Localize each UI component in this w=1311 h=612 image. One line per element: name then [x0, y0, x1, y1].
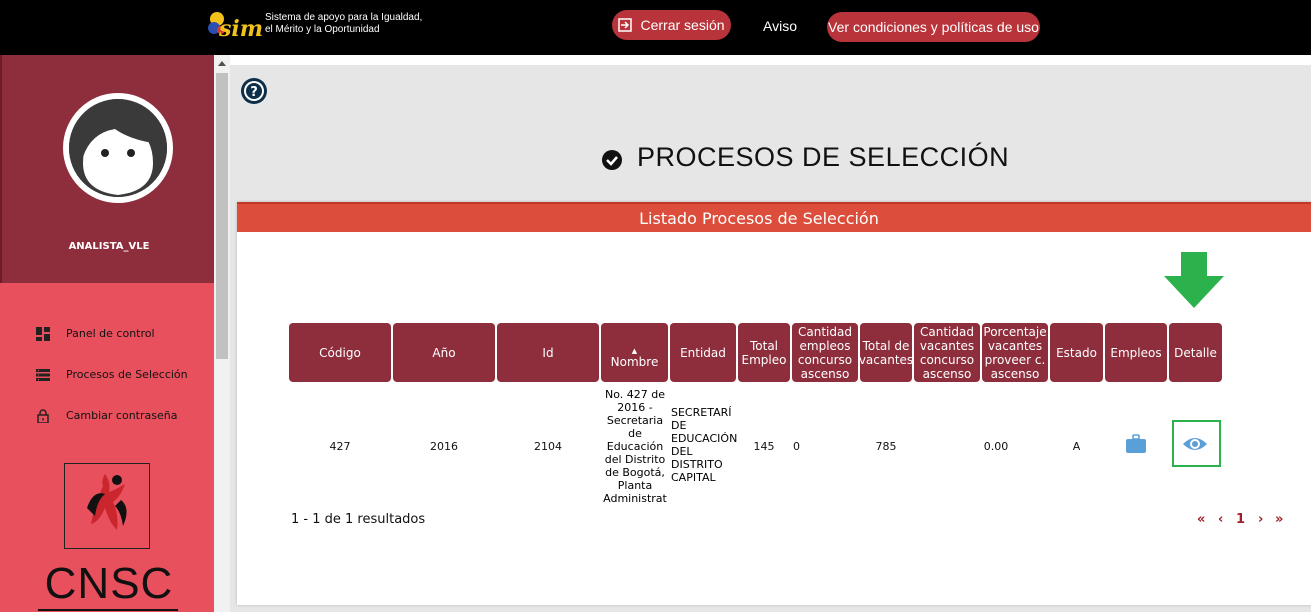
column-header-label: Nombre — [610, 354, 659, 369]
panel-title: Listado Procesos de Selección — [237, 202, 1311, 232]
sidebar-item-panel-de-control[interactable]: Panel de control — [36, 313, 188, 354]
cell-porcentaje: 0.00 — [983, 440, 1009, 453]
cnsc-emblem-icon — [64, 463, 150, 549]
cell-entidad-line: EDUCACIÓN — [671, 432, 737, 445]
avatar-face-icon — [69, 99, 167, 197]
cell-entidad-line: DE — [671, 419, 687, 432]
cell-total-empleo: 145 — [753, 440, 775, 453]
sidebar-item-procesos-de-seleccion[interactable]: Procesos de Selección — [36, 354, 188, 395]
cell-nombre-line: Educación — [606, 440, 664, 453]
sidebar-item-cambiar-contrasena[interactable]: Cambiar contraseña — [36, 395, 188, 436]
user-profile-panel: ANALISTA_VLE — [0, 55, 214, 283]
logout-icon — [618, 18, 633, 32]
briefcase-icon[interactable] — [1126, 434, 1146, 454]
pagination-last[interactable]: » — [1275, 512, 1283, 527]
cell-nombre-line: Planta — [617, 479, 653, 492]
cell-entidad: SECRETARÍ DE EDUCACIÓN DEL DISTRITO CAPI… — [671, 406, 737, 484]
dashboard-icon — [36, 326, 50, 341]
avatar — [63, 93, 173, 203]
column-header-codigo[interactable]: Código — [289, 323, 391, 382]
green-arrow-down-icon — [1164, 252, 1224, 308]
column-header-entidad[interactable]: Entidad — [670, 323, 736, 382]
pagination-next[interactable]: › — [1258, 512, 1263, 527]
logo-tagline-line1: Sistema de apoyo para la Igualdad, — [265, 12, 423, 23]
lock-icon — [37, 408, 49, 423]
cell-nombre-line: Administrat — [603, 492, 667, 505]
cell-nombre-line: 2016 - — [617, 401, 653, 414]
column-header-empleos[interactable]: Empleos — [1105, 323, 1167, 382]
svg-text:?: ? — [250, 85, 258, 100]
column-header-id[interactable]: Id — [497, 323, 599, 382]
cell-total-vacantes: 785 — [875, 440, 897, 453]
column-header-detalle[interactable]: Detalle — [1169, 323, 1222, 382]
cell-nombre-line: Secretaria — [606, 414, 664, 427]
check-circle-icon — [602, 149, 622, 170]
sidebar-item-label: Cambiar contraseña — [66, 409, 178, 422]
simo-logo-mark: simo — [206, 6, 278, 42]
sidebar-item-label: Panel de control — [66, 327, 155, 340]
simo-logo[interactable]: simo Sistema de apoyo para la Igualdad, … — [206, 6, 422, 42]
cell-estado: A — [1072, 440, 1081, 453]
terms-button[interactable]: Ver condiciones y políticas de uso — [827, 12, 1040, 42]
pagination-current-page[interactable]: 1 — [1236, 512, 1245, 527]
sidebar: ANALISTA_VLE Panel de control Procesos d… — [0, 55, 214, 612]
cell-nombre: No. 427 de 2016 - Secretaria de Educació… — [601, 388, 669, 505]
logo-word: simo — [218, 16, 262, 42]
logo-tagline: Sistema de apoyo para la Igualdad, el Mé… — [265, 12, 422, 36]
page-title-text: PROCESOS DE SELECCIÓN — [637, 142, 1010, 172]
scroll-thumb[interactable] — [216, 73, 228, 359]
top-bar: simo Sistema de apoyo para la Igualdad, … — [0, 0, 1311, 55]
cell-entidad-line: CAPITAL — [671, 471, 716, 484]
sidebar-item-label: Procesos de Selección — [66, 368, 188, 381]
logo-tagline-line2: el Mérito y la Oportunidad — [265, 24, 380, 35]
column-header-porcentaje[interactable]: Porcentaje vacantes proveer c. ascenso — [982, 323, 1048, 382]
column-header-total-empleo[interactable]: Total Empleo — [738, 323, 790, 382]
sort-asc-icon: ▲ — [631, 346, 638, 355]
cell-entidad-line: DEL — [671, 445, 693, 458]
page-title: PROCESOS DE SELECCIÓN — [601, 142, 1009, 173]
pagination-prev[interactable]: ‹ — [1218, 512, 1223, 527]
logout-label: Cerrar sesión — [640, 17, 725, 33]
cell-cantidad-empleos-ascenso: 0 — [793, 440, 800, 453]
cell-entidad-line: SECRETARÍ — [671, 406, 732, 419]
column-header-cantidad-vacantes-ascenso[interactable]: Cantidad vacantes concurso ascenso — [914, 323, 980, 382]
column-header-estado[interactable]: Estado — [1050, 323, 1103, 382]
results-summary: 1 - 1 de 1 resultados — [291, 512, 426, 527]
column-header-cantidad-empleos-ascenso[interactable]: Cantidad empleos concurso ascenso — [792, 323, 858, 382]
cell-nombre-line: de Bogotá, — [605, 466, 665, 479]
cell-nombre-line: de — [628, 427, 642, 440]
cell-nombre-line: No. 427 de — [604, 388, 665, 401]
aviso-link[interactable]: Aviso — [763, 18, 797, 34]
cell-entidad-line: DISTRITO — [671, 458, 723, 471]
process-list-panel: Listado Procesos de Selección — [237, 202, 1311, 605]
scroll-up-arrow-icon[interactable] — [218, 61, 226, 66]
username-label: ANALISTA_VLE — [68, 241, 150, 252]
cnsc-logo-text: CNSC — [44, 559, 174, 608]
column-header-total-vacantes[interactable]: Total de vacantes — [859, 323, 913, 382]
logout-button[interactable]: Cerrar sesión — [612, 10, 731, 40]
column-header-nombre[interactable]: ▲ Nombre — [601, 323, 668, 382]
eye-icon[interactable] — [1182, 434, 1208, 454]
main-top-strip — [230, 55, 1311, 65]
help-icon[interactable]: ? — [240, 77, 268, 105]
pagination-first[interactable]: « — [1197, 512, 1205, 527]
cnsc-logo-underline — [38, 609, 178, 611]
list-icon — [36, 368, 50, 381]
sidebar-scrollbar[interactable] — [214, 55, 230, 612]
cell-nombre-line: del Distrito — [604, 453, 666, 466]
cell-id: 2104 — [534, 440, 562, 453]
sidebar-nav: Panel de control Procesos de Selección C… — [36, 313, 188, 436]
cell-codigo: 427 — [329, 440, 351, 453]
cell-anio: 2016 — [430, 440, 458, 453]
column-header-anio[interactable]: Año — [393, 323, 495, 382]
